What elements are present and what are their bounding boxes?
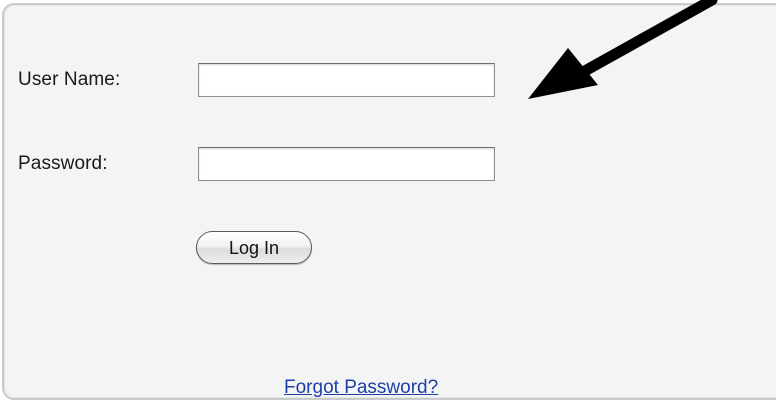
log-in-button[interactable]: Log In [196,231,312,264]
username-input[interactable] [198,63,495,97]
forgot-password-link[interactable]: Forgot Password? [284,377,438,399]
password-input[interactable] [198,147,495,181]
password-label: Password: [18,153,108,174]
login-page: User Name: Password: Log In Forgot Passw… [0,0,776,407]
username-label: User Name: [18,69,121,90]
login-panel: User Name: Password: Log In Forgot Passw… [2,3,776,400]
